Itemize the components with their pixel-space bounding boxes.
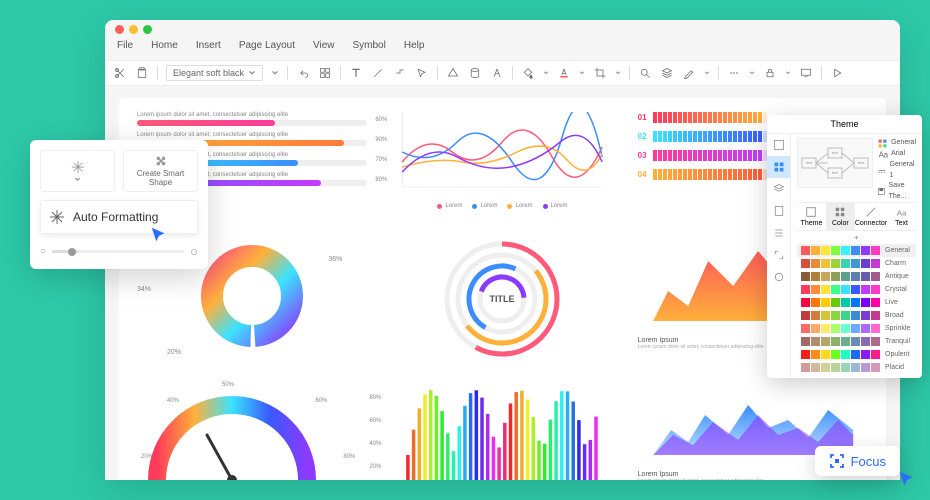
focus-button[interactable]: Focus (815, 446, 900, 476)
sb-grid-icon[interactable] (767, 156, 790, 178)
svg-text:text: text (832, 170, 839, 175)
svg-text:text: text (806, 160, 813, 165)
formatting-panel: Create Smart Shape Auto Formatting ○ ○ (30, 140, 208, 269)
close-dot[interactable] (115, 25, 124, 34)
sb-style-icon[interactable] (767, 134, 790, 156)
line-chart: LoremLoremLoremLorem (387, 112, 617, 217)
palette-row[interactable]: Sprinkle (797, 322, 916, 335)
palette-row[interactable]: Live (797, 296, 916, 309)
search-icon[interactable] (638, 66, 652, 80)
svg-text:Aa: Aa (879, 151, 888, 160)
radial-title: TITLE (490, 294, 515, 304)
cursor-icon (150, 226, 168, 244)
paste-icon[interactable] (135, 66, 149, 80)
play-icon[interactable] (830, 66, 844, 80)
crop-icon[interactable] (593, 66, 607, 80)
theme-sidebar (767, 134, 791, 378)
toolbar: Elegant soft black (105, 60, 900, 86)
donut-label: 20% (167, 349, 181, 356)
menu-file[interactable]: File (117, 40, 133, 60)
palette-row[interactable]: Opulent (797, 348, 916, 361)
theme-tab-color[interactable]: Color (826, 203, 855, 230)
svg-text:text: text (832, 150, 839, 155)
svg-text:Aa: Aa (896, 208, 906, 217)
smart-shape-option[interactable]: Create Smart Shape (123, 150, 198, 192)
max-dot[interactable] (143, 25, 152, 34)
menu-home[interactable]: Home (151, 40, 178, 60)
sb-page-icon[interactable] (767, 200, 790, 222)
cursor-icon (898, 470, 916, 488)
add-palette-button[interactable]: + (797, 230, 916, 244)
progress-bar: Lorem ipsum dolor sit amet, consectetuer… (137, 112, 367, 126)
sb-list-icon[interactable] (767, 222, 790, 244)
sb-expand-icon[interactable] (767, 244, 790, 266)
pen-icon[interactable] (682, 66, 696, 80)
display-icon[interactable] (799, 66, 813, 80)
donut-label: 34% (137, 286, 151, 293)
menubar: File Home Insert Page Layout View Symbol… (105, 40, 900, 60)
cut-icon[interactable] (113, 66, 127, 80)
grid-icon[interactable] (318, 66, 332, 80)
menu-view[interactable]: View (313, 40, 335, 60)
data-icon[interactable] (468, 66, 482, 80)
menu-page-layout[interactable]: Page Layout (239, 40, 295, 60)
smart-shape-label: Create Smart Shape (137, 170, 185, 188)
text2-icon[interactable] (490, 66, 504, 80)
more-icon[interactable] (727, 66, 741, 80)
cut-option[interactable] (40, 150, 115, 192)
line-icon[interactable] (371, 66, 385, 80)
palette-row[interactable]: Crystal (797, 283, 916, 296)
focus-icon (829, 453, 845, 469)
palette-row[interactable]: Charm (797, 257, 916, 270)
theme-tab-text[interactable]: AaText (887, 203, 916, 230)
theme-title: Theme (767, 115, 922, 134)
font-select[interactable]: Elegant soft black (166, 65, 263, 81)
radial-chart: TITLE (387, 231, 617, 366)
theme-quick-item[interactable]: AaArial (877, 149, 916, 160)
theme-quick-item[interactable]: Save The... (877, 181, 916, 202)
font-name: Elegant soft black (173, 68, 244, 78)
fill-icon[interactable] (521, 66, 535, 80)
theme-preview: text text text text (797, 138, 873, 188)
rainbow-column-chart: 80% 60% 40% 20% (387, 380, 617, 480)
auto-formatting-option[interactable]: Auto Formatting (40, 200, 198, 234)
dropdown-icon[interactable] (271, 69, 279, 77)
palette-row[interactable]: General (797, 244, 916, 257)
layers-icon[interactable] (660, 66, 674, 80)
sb-wrench-icon[interactable] (767, 266, 790, 288)
palette-row[interactable]: Antique (797, 270, 916, 283)
menu-help[interactable]: Help (404, 40, 425, 60)
menu-symbol[interactable]: Symbol (353, 40, 386, 60)
svg-text:text: text (858, 160, 865, 165)
palette-row[interactable]: Broad (797, 309, 916, 322)
theme-panel: Theme texttexttexttext GeneralAaArialGen… (767, 115, 922, 378)
donut-label: 36% (328, 256, 342, 263)
text-icon[interactable] (349, 66, 363, 80)
connector-icon[interactable] (393, 66, 407, 80)
theme-tab-theme[interactable]: Theme (797, 203, 826, 230)
spacing-slider[interactable]: ○ ○ (40, 244, 198, 259)
palette-row[interactable]: Placid (797, 361, 916, 374)
menu-insert[interactable]: Insert (196, 40, 221, 60)
shape-icon[interactable] (446, 66, 460, 80)
sb-layers-icon[interactable] (767, 178, 790, 200)
area-desc: Lorem ipsum dolor sit amet, consectetuer… (638, 478, 868, 480)
theme-tab-connector[interactable]: Connector (855, 203, 887, 230)
auto-formatting-label: Auto Formatting (73, 210, 158, 224)
undo-icon[interactable] (296, 66, 310, 80)
titlebar (105, 20, 900, 40)
palette-row[interactable]: Tranquil (797, 335, 916, 348)
text-color-icon[interactable] (557, 66, 571, 80)
theme-quick-item[interactable]: General 1 (877, 160, 916, 181)
gauge-chart: 0% 20% 40% 50% 60% 80% 100% (137, 380, 367, 480)
min-dot[interactable] (129, 25, 138, 34)
theme-quick-item[interactable]: General (877, 138, 916, 149)
lock-icon[interactable] (763, 66, 777, 80)
focus-label: Focus (851, 454, 886, 469)
pointer-icon[interactable] (415, 66, 429, 80)
